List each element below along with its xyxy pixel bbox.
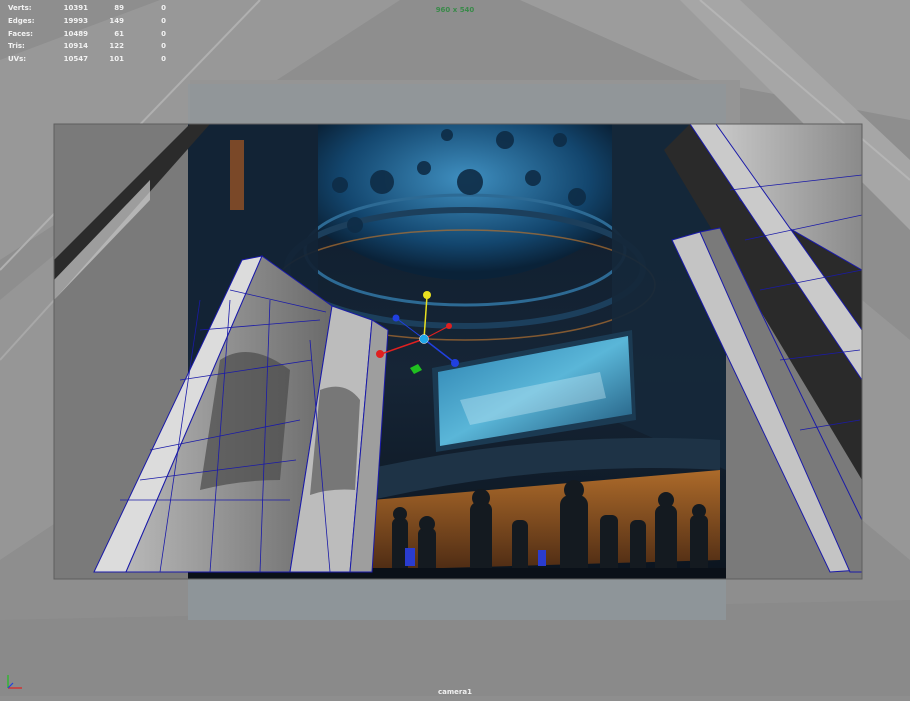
hud-selected: 149 [109,16,124,25]
hud-total: 19993 [63,16,88,25]
camera-name-label: camera1 [438,688,472,696]
image-plane-overscan-top [188,84,726,124]
hud-selected: 122 [109,42,124,51]
hud-total: 10914 [63,42,88,51]
viewport-panel[interactable] [0,0,910,696]
hud-extra: 0 [161,29,166,38]
hud-total: 10547 [63,55,88,64]
hud-label: Edges: [8,16,35,25]
hud-label: Faces: [8,29,33,38]
hud-extra: 0 [161,42,166,51]
hud-selected: 101 [109,55,124,64]
hud-row-uvs: UVs: 10547 101 0 [8,53,178,66]
hud-extra: 0 [161,55,166,64]
resolution-gate-label: 960 x 540 [435,6,475,14]
hud-row-tris: Tris: 10914 122 0 [8,40,178,53]
viewport-scene[interactable] [0,0,910,696]
hud-label: UVs: [8,55,27,64]
xyz-axis-icon [4,672,26,697]
hud-row-edges: Edges: 19993 149 0 [8,15,178,28]
hud-row-faces: Faces: 10489 61 0 [8,28,178,41]
image-plane-overscan [188,578,726,620]
hud-extra: 0 [161,16,166,25]
hud-selected: 61 [114,29,124,38]
hud-total: 10489 [63,29,88,38]
hud-label: Tris: [8,42,25,51]
